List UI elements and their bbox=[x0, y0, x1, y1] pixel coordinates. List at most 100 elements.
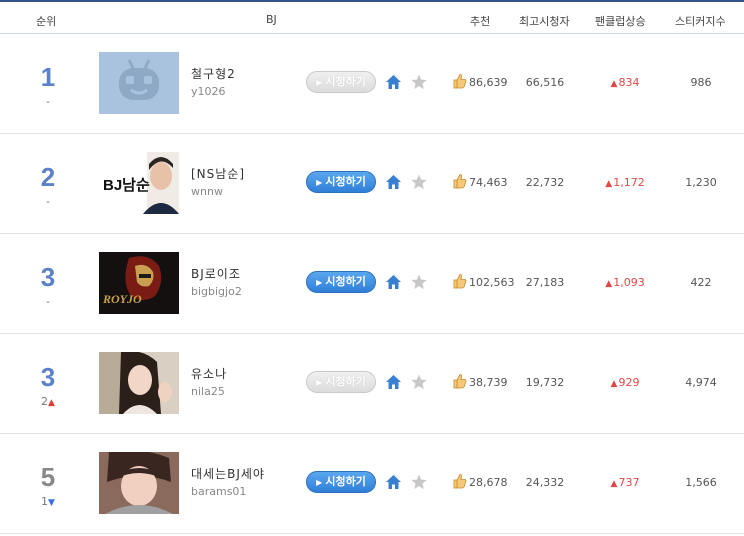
default-avatar-icon bbox=[99, 52, 179, 114]
bj-thumbnail[interactable] bbox=[99, 352, 179, 414]
watch-label: 시청하기 bbox=[325, 475, 366, 488]
max-viewers: 66,516 bbox=[525, 76, 565, 89]
sticker-count: 4,974 bbox=[685, 376, 717, 389]
bj-photo bbox=[99, 452, 179, 514]
rank-change: - bbox=[28, 96, 68, 108]
thumbs-up-icon bbox=[453, 373, 467, 389]
thumbnail-caption: ROYJO bbox=[103, 292, 142, 306]
thumbnail-caption: BJ남순 bbox=[103, 177, 150, 194]
favorite-star-icon[interactable] bbox=[410, 473, 428, 491]
sticker-count: 986 bbox=[690, 76, 712, 89]
fanclub-increase: ▲737 bbox=[590, 476, 660, 489]
thumbs-up-icon bbox=[453, 173, 467, 189]
fanclub-increase: ▲929 bbox=[590, 376, 660, 389]
rank-change: 1▼ bbox=[28, 496, 68, 509]
rank-down-arrow-icon: ▼ bbox=[48, 498, 55, 508]
watch-button[interactable]: ▶ 시청하기 bbox=[306, 71, 376, 93]
bj-name[interactable]: 철구형2 bbox=[191, 65, 236, 82]
rank-change: 2▲ bbox=[28, 396, 68, 409]
bj-thumbnail[interactable]: BJ남순 bbox=[99, 152, 179, 214]
fanclub-increase-value: 1,172 bbox=[613, 176, 645, 189]
bj-id: y1026 bbox=[191, 85, 226, 98]
bj-id: bigbigjo2 bbox=[191, 285, 242, 298]
bj-thumbnail[interactable] bbox=[99, 452, 179, 514]
watch-button[interactable]: ▶ 시청하기 bbox=[306, 471, 376, 493]
home-icon[interactable] bbox=[385, 374, 402, 390]
up-arrow-icon: ▲ bbox=[605, 279, 613, 289]
ranking-row: 3 2▲ 유소나 nila25 ▶ 시청하기 38,739 19,732 ▲929… bbox=[0, 334, 744, 434]
up-arrow-icon: ▲ bbox=[610, 79, 618, 89]
rank-number: 2 bbox=[40, 162, 56, 192]
header-fanclub-up: 팬클럽상승 bbox=[595, 15, 646, 28]
header-sticker-count: 스티커지수 bbox=[675, 15, 726, 28]
ranking-row: 1 - 철구형2 y1026 ▶ 시청하기 86,639 66,516 ▲834 … bbox=[0, 34, 744, 134]
play-icon: ▶ bbox=[316, 78, 323, 87]
watch-button[interactable]: ▶ 시청하기 bbox=[306, 371, 376, 393]
recommend-count: 38,739 bbox=[469, 376, 508, 389]
favorite-star-icon[interactable] bbox=[410, 273, 428, 291]
ranking-row: 3 - ROYJO BJ로이조 bigbigjo2 ▶ 시청하기 102,563 … bbox=[0, 234, 744, 334]
bj-photo bbox=[99, 352, 179, 414]
rank-change-value: 2 bbox=[41, 395, 49, 408]
home-icon[interactable] bbox=[385, 174, 402, 190]
bj-name[interactable]: [NS남순] bbox=[191, 165, 245, 182]
bj-name[interactable]: 대세는BJ세야 bbox=[191, 465, 265, 482]
bj-id: nila25 bbox=[191, 385, 225, 398]
bj-name[interactable]: 유소나 bbox=[191, 365, 227, 382]
fanclub-increase: ▲1,172 bbox=[590, 176, 660, 189]
favorite-star-icon[interactable] bbox=[410, 373, 428, 391]
watch-label: 시청하기 bbox=[325, 175, 366, 188]
watch-button[interactable]: ▶ 시청하기 bbox=[306, 271, 376, 293]
home-icon[interactable] bbox=[385, 474, 402, 490]
watch-button[interactable]: ▶ 시청하기 bbox=[306, 171, 376, 193]
watch-label: 시청하기 bbox=[325, 375, 366, 388]
rank-number: 5 bbox=[40, 462, 56, 492]
rank-change-value: 1 bbox=[41, 495, 49, 508]
sticker-count: 1,230 bbox=[685, 176, 717, 189]
max-viewers: 19,732 bbox=[525, 376, 565, 389]
fanclub-increase-value: 834 bbox=[618, 76, 640, 89]
rank-number: 1 bbox=[40, 62, 56, 92]
rank-number: 3 bbox=[40, 362, 56, 392]
rank-change-value: - bbox=[46, 195, 50, 208]
play-icon: ▶ bbox=[316, 378, 323, 387]
sticker-count: 422 bbox=[690, 276, 712, 289]
header-max-viewers: 최고시청자 bbox=[519, 15, 570, 28]
bj-thumbnail[interactable] bbox=[99, 52, 179, 114]
home-icon[interactable] bbox=[385, 274, 402, 290]
header-rank: 순위 bbox=[36, 15, 57, 28]
rank-number: 3 bbox=[40, 262, 56, 292]
bj-thumbnail[interactable]: ROYJO bbox=[99, 252, 179, 314]
fanclub-increase: ▲1,093 bbox=[590, 276, 660, 289]
thumbs-up-icon bbox=[453, 73, 467, 89]
recommend-count: 74,463 bbox=[469, 176, 508, 189]
rank-change: - bbox=[28, 296, 68, 308]
bj-id: barams01 bbox=[191, 485, 247, 498]
rank-up-arrow-icon: ▲ bbox=[48, 398, 55, 408]
home-icon[interactable] bbox=[385, 74, 402, 90]
ranking-row: 2 - BJ남순 [NS남순] wnnw ▶ 시청하기 74,463 22,732… bbox=[0, 134, 744, 234]
favorite-star-icon[interactable] bbox=[410, 173, 428, 191]
bj-name[interactable]: BJ로이조 bbox=[191, 265, 241, 282]
watch-label: 시청하기 bbox=[325, 275, 366, 288]
sticker-count: 1,566 bbox=[685, 476, 717, 489]
header-recommend: 추천 bbox=[470, 15, 491, 28]
ranking-row: 5 1▼ 대세는BJ세야 barams01 ▶ 시청하기 28,678 24,33… bbox=[0, 434, 744, 534]
favorite-star-icon[interactable] bbox=[410, 73, 428, 91]
max-viewers: 22,732 bbox=[525, 176, 565, 189]
rank-change-value: - bbox=[46, 295, 50, 308]
recommend-count: 28,678 bbox=[469, 476, 508, 489]
play-icon: ▶ bbox=[316, 278, 323, 287]
max-viewers: 27,183 bbox=[525, 276, 565, 289]
fanclub-increase-value: 1,093 bbox=[613, 276, 645, 289]
play-icon: ▶ bbox=[316, 478, 323, 487]
rank-change-value: - bbox=[46, 95, 50, 108]
play-icon: ▶ bbox=[316, 178, 323, 187]
up-arrow-icon: ▲ bbox=[610, 379, 618, 389]
up-arrow-icon: ▲ bbox=[610, 479, 618, 489]
bj-id: wnnw bbox=[191, 185, 223, 198]
rank-change: - bbox=[28, 196, 68, 208]
thumbs-up-icon bbox=[453, 473, 467, 489]
recommend-count: 86,639 bbox=[469, 76, 508, 89]
thumbs-up-icon bbox=[453, 273, 467, 289]
